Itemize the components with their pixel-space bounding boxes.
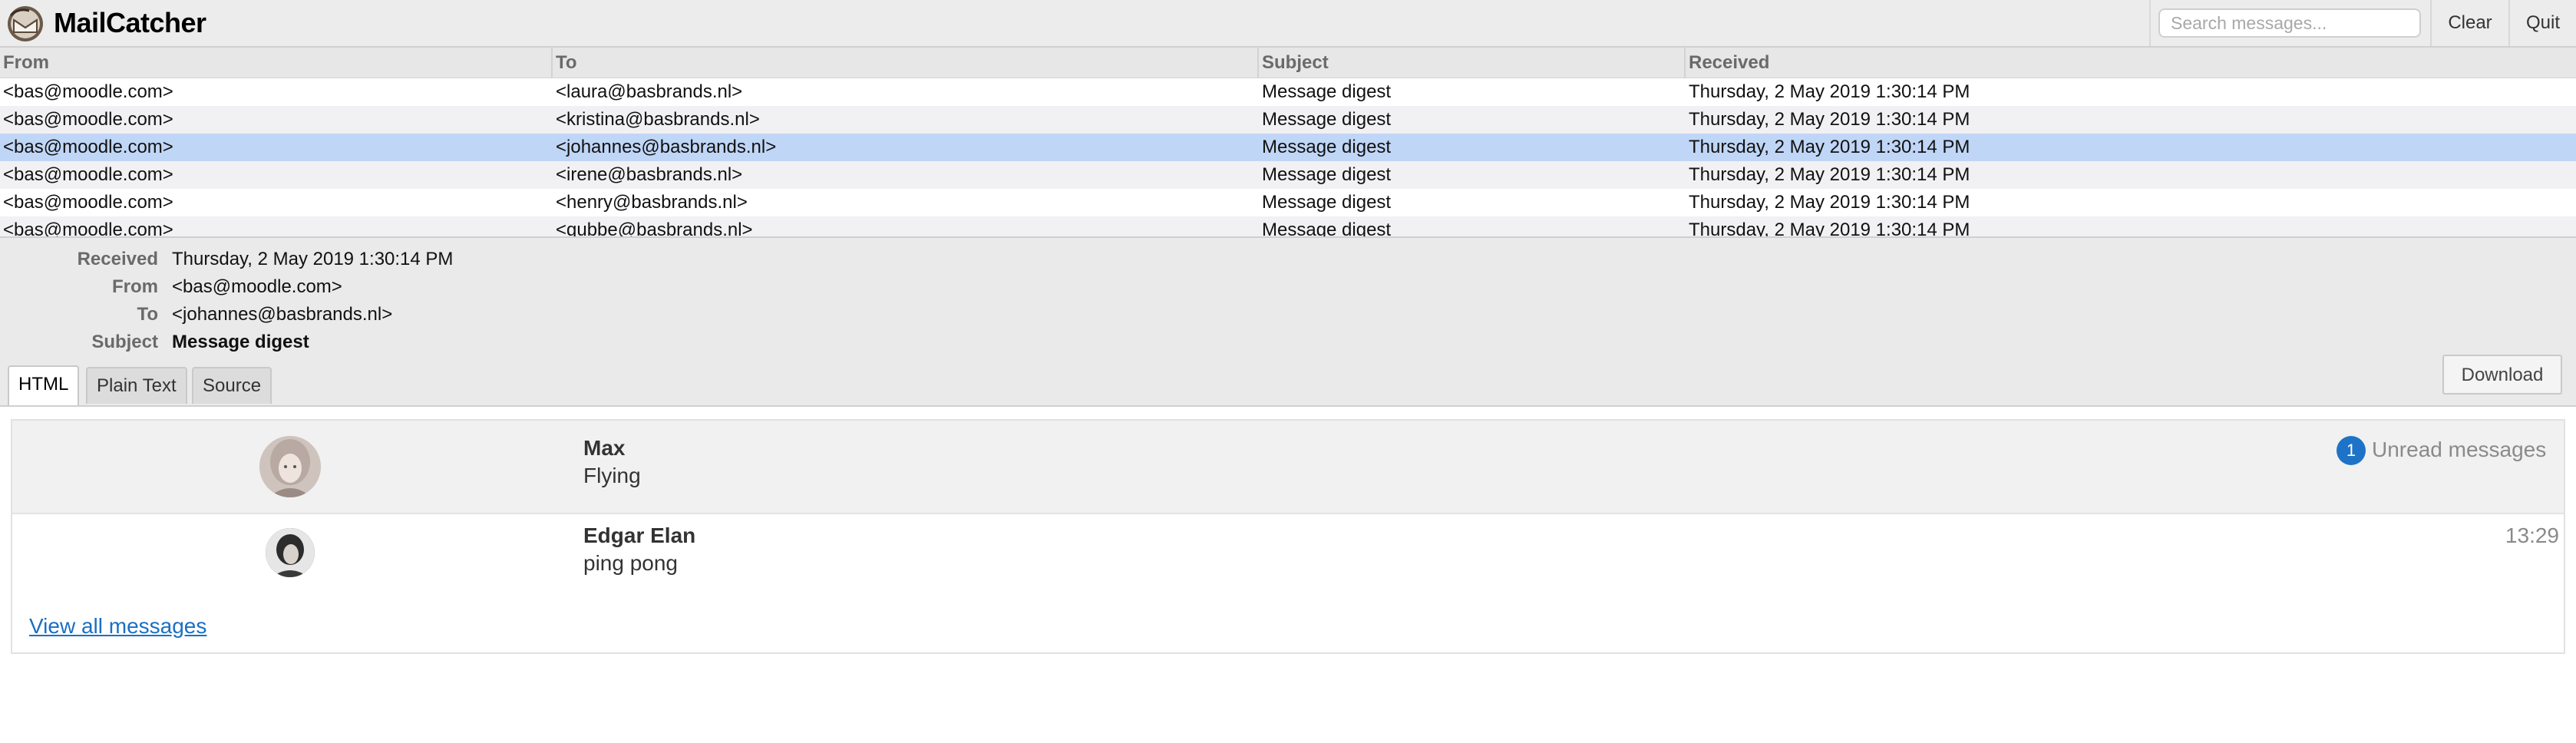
row-from: <bas@moodle.com>: [3, 81, 173, 102]
search-container: [2149, 0, 2430, 46]
subject-value: Message digest: [172, 332, 309, 352]
digest-snippet: Flying: [583, 464, 641, 487]
row-subject: Message digest: [1262, 81, 1392, 102]
table-row[interactable]: <bas@moodle.com> <kristina@basbrands.nl>…: [0, 106, 2576, 134]
row-received: Thursday, 2 May 2019 1:30:14 PM: [1689, 220, 1970, 236]
digest-snippet: ping pong: [583, 551, 679, 575]
row-subject: Message digest: [1262, 164, 1392, 185]
row-subject: Message digest: [1262, 137, 1392, 157]
message-list-header: From To Subject Received: [0, 48, 2576, 78]
search-input[interactable]: [2158, 8, 2421, 38]
row-to: <henry@basbrands.nl>: [556, 192, 748, 213]
avatar: [259, 436, 321, 497]
received-label: Received: [77, 249, 158, 269]
unread-count-badge: 1: [2337, 436, 2366, 465]
app-header: MailCatcher Clear Quit: [0, 0, 2576, 48]
view-all-messages-link[interactable]: View all messages: [29, 614, 206, 639]
row-to: <kristina@basbrands.nl>: [556, 109, 760, 130]
message-detail: Received Thursday, 2 May 2019 1:30:14 PM…: [0, 236, 2576, 405]
row-to: <irene@basbrands.nl>: [556, 164, 743, 185]
row-from: <bas@moodle.com>: [3, 109, 173, 130]
tab-source[interactable]: Source: [192, 367, 272, 404]
column-header-received[interactable]: Received: [1684, 48, 1769, 78]
row-subject: Message digest: [1262, 109, 1392, 130]
row-to: <gubbe@basbrands.nl>: [556, 220, 753, 236]
row-from: <bas@moodle.com>: [3, 137, 173, 157]
to-value: <johannes@basbrands.nl>: [172, 304, 393, 325]
digest-sender: Max: [583, 436, 626, 460]
table-row[interactable]: <bas@moodle.com> <irene@basbrands.nl> Me…: [0, 161, 2576, 189]
row-received: Thursday, 2 May 2019 1:30:14 PM: [1689, 109, 1970, 130]
mailcatcher-logo-icon: [8, 6, 43, 41]
row-received: Thursday, 2 May 2019 1:30:14 PM: [1689, 192, 1970, 213]
column-header-from[interactable]: From: [0, 48, 49, 78]
avatar-image-icon: [259, 436, 321, 497]
row-to: <johannes@basbrands.nl>: [556, 137, 777, 157]
table-row-selected[interactable]: <bas@moodle.com> <johannes@basbrands.nl>…: [0, 134, 2576, 161]
digest-sender: Edgar Elan: [583, 523, 696, 547]
digest-container: Max Flying 1 Unread messages Edgar Elan …: [11, 419, 2565, 654]
row-from: <bas@moodle.com>: [3, 164, 173, 185]
column-header-subject[interactable]: Subject: [1257, 48, 1329, 78]
table-row[interactable]: <bas@moodle.com> <gubbe@basbrands.nl> Me…: [0, 216, 2576, 236]
table-row[interactable]: <bas@moodle.com> <laura@basbrands.nl> Me…: [0, 78, 2576, 106]
table-row[interactable]: <bas@moodle.com> <henry@basbrands.nl> Me…: [0, 189, 2576, 216]
tab-plain-text[interactable]: Plain Text: [86, 367, 187, 404]
from-value: <bas@moodle.com>: [172, 276, 342, 297]
row-received: Thursday, 2 May 2019 1:30:14 PM: [1689, 137, 1970, 157]
row-received: Thursday, 2 May 2019 1:30:14 PM: [1689, 81, 1970, 102]
column-header-to[interactable]: To: [551, 48, 577, 78]
message-body: Max Flying 1 Unread messages Edgar Elan …: [0, 405, 2576, 743]
digest-message-item: Edgar Elan ping pong 13:29: [12, 516, 2564, 600]
subject-label: Subject: [91, 332, 158, 352]
row-from: <bas@moodle.com>: [3, 192, 173, 213]
digest-message-item: Max Flying 1 Unread messages: [12, 421, 2564, 514]
row-from: <bas@moodle.com>: [3, 220, 173, 236]
row-to: <laura@basbrands.nl>: [556, 81, 743, 102]
message-time: 13:29: [2505, 523, 2559, 547]
download-button[interactable]: Download: [2442, 355, 2562, 395]
row-received: Thursday, 2 May 2019 1:30:14 PM: [1689, 164, 1970, 185]
row-subject: Message digest: [1262, 192, 1392, 213]
avatar-image-icon: [266, 528, 315, 577]
tab-html[interactable]: HTML: [8, 365, 80, 405]
to-label: To: [137, 304, 158, 325]
clear-button[interactable]: Clear: [2430, 0, 2508, 46]
message-list[interactable]: From To Subject Received <bas@moodle.com…: [0, 48, 2576, 236]
received-value: Thursday, 2 May 2019 1:30:14 PM: [172, 249, 454, 269]
row-subject: Message digest: [1262, 220, 1392, 236]
message-rows: <bas@moodle.com> <laura@basbrands.nl> Me…: [0, 78, 2576, 236]
app-title: MailCatcher: [54, 7, 206, 38]
unread-messages-label: Unread messages: [2372, 438, 2547, 461]
from-label: From: [112, 276, 158, 297]
avatar: [266, 528, 315, 577]
quit-button[interactable]: Quit: [2508, 0, 2576, 46]
